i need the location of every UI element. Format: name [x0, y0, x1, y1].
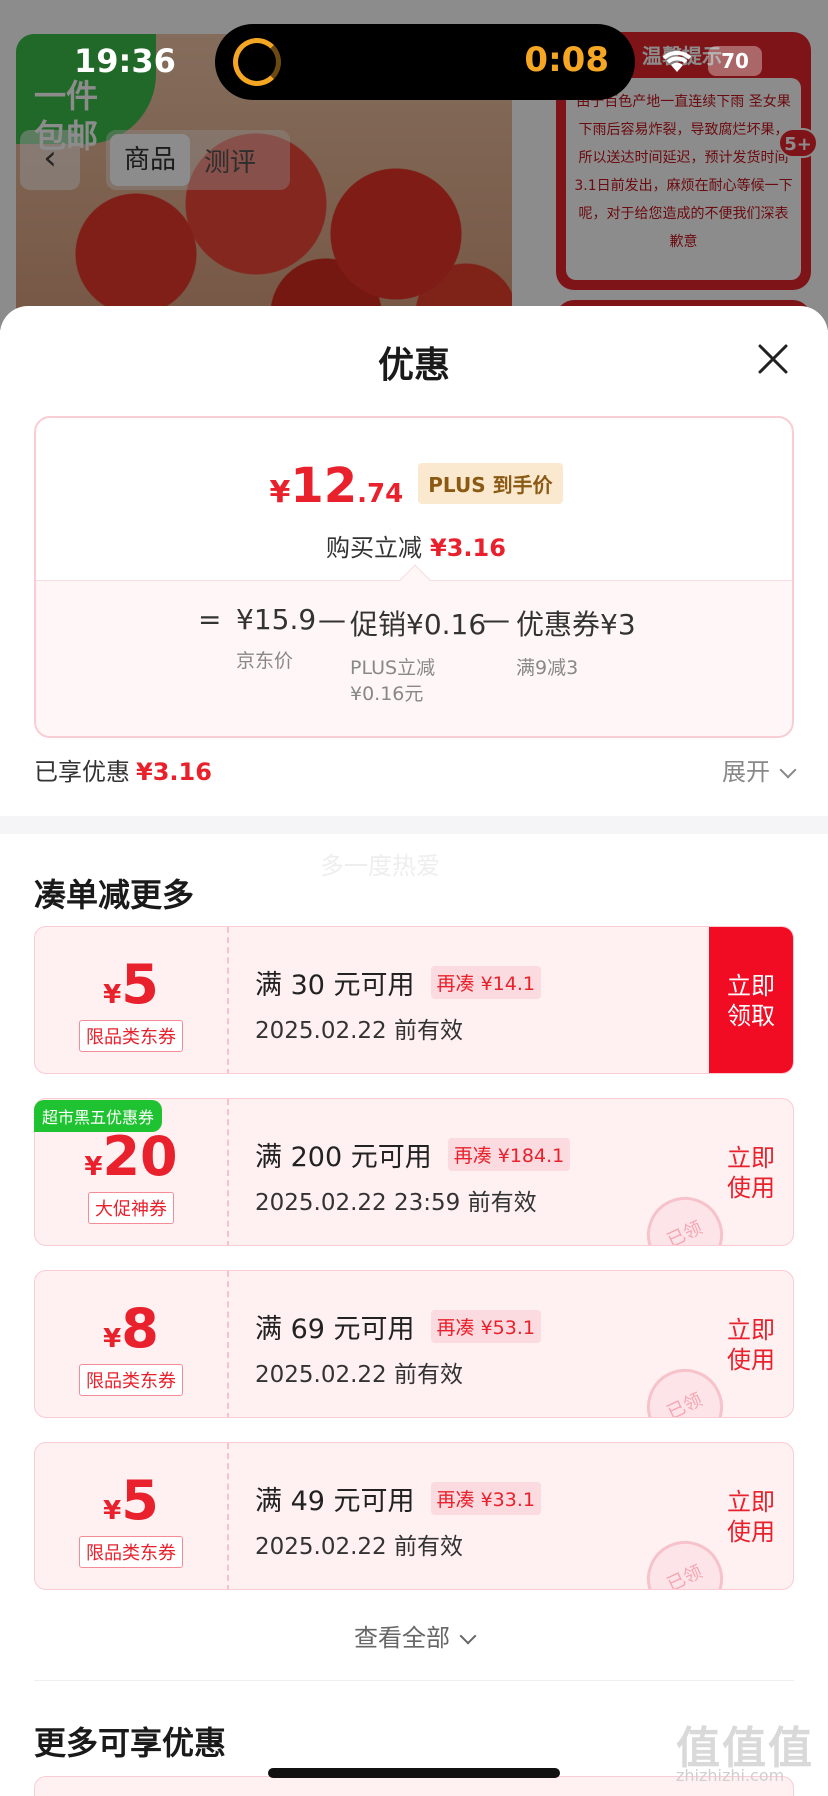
coupon-value-area: ¥5 限品类东券: [35, 927, 229, 1073]
final-price: ¥ 12 .74 PLUS 到手价: [36, 458, 792, 514]
sheet-title: 优惠: [377, 345, 450, 386]
coupon-expiry: 2025.02.22 23:59 前有效: [255, 1190, 537, 1216]
coupon-label: 满9减3: [516, 657, 579, 679]
chevron-down-icon: [779, 761, 797, 779]
status-time: 19:36: [74, 42, 176, 80]
enjoyed-discount-row: 已享优惠 ¥3.16 展开: [34, 752, 797, 792]
coupon-amount: 5: [121, 953, 159, 1016]
watermark-text: 多一度热爱: [320, 852, 440, 880]
coupon-col: 优惠券¥3 满9减3: [516, 603, 636, 681]
chevron-down-icon: [459, 1627, 477, 1645]
coupon-value-area: ¥5 限品类东券: [35, 1443, 229, 1589]
minus-sign: —: [318, 603, 346, 636]
dynamic-island: 0:08: [215, 24, 635, 100]
discount-sheet: 优惠 ¥ 12 .74 PLUS 到手价 购买立减 ¥3.16 = ¥15.9 京…: [0, 306, 828, 1796]
section-title-more-offers: 更多可享优惠: [34, 1724, 227, 1762]
jd-price-value: ¥15.9: [236, 603, 317, 636]
coupon-amount: 8: [121, 1297, 159, 1360]
coupon-amount: 20: [102, 1125, 178, 1188]
coupon-need-more: 再凑 ¥14.1: [430, 966, 541, 999]
section-title-more: 凑单减更多: [34, 876, 195, 914]
promo-event-tag: 超市黑五优惠券: [34, 1100, 163, 1132]
buy-reduce-row: 购买立减 ¥3.16: [36, 528, 792, 563]
coupon-type: 限品类东券: [79, 1020, 183, 1052]
see-all-label: 查看全部: [354, 1624, 450, 1652]
coupon-amount: 5: [121, 1469, 159, 1532]
coupon-expiry: 2025.02.22 前有效: [255, 1018, 463, 1044]
coupon-currency: ¥: [103, 1496, 122, 1526]
home-indicator[interactable]: [268, 1768, 560, 1778]
section-divider: [0, 816, 828, 834]
coupon-value-area: ¥8 限品类东券: [35, 1271, 229, 1417]
promo-value: 促销¥0.16: [350, 608, 487, 641]
plus-price-tag: PLUS 到手价: [418, 463, 563, 504]
coupon-condition: 满 49 元可用 再凑 ¥33.1: [255, 1479, 541, 1519]
coupon-card: ¥5 限品类东券 满 49 元可用 再凑 ¥33.1 2025.02.22 前有效…: [34, 1442, 794, 1590]
coupon-condition: 满 200 元可用 再凑 ¥184.1: [255, 1135, 571, 1175]
coupon-currency: ¥: [84, 1152, 103, 1182]
expand-button[interactable]: 展开: [722, 752, 797, 787]
buy-reduce-label: 购买立减: [326, 534, 423, 562]
promo-col: 促销¥0.16 PLUS立减 ¥0.16元: [350, 603, 486, 707]
use-coupon-button[interactable]: 立即 使用: [709, 1099, 793, 1245]
coupon-condition: 满 69 元可用 再凑 ¥53.1: [255, 1307, 541, 1347]
coupon-expiry: 2025.02.22 前有效: [255, 1534, 463, 1560]
jd-price-label: 京东价: [236, 650, 294, 672]
divider: [34, 1680, 794, 1681]
coupon-condition: 满 30 元可用 再凑 ¥14.1: [255, 963, 541, 1003]
see-all-button[interactable]: 查看全部: [0, 1618, 828, 1653]
coupon-currency: ¥: [103, 980, 122, 1010]
caret-pointer: [399, 564, 431, 596]
coupon-value: 优惠券¥3: [516, 608, 636, 641]
status-bar: 19:36 0:08 70: [0, 0, 828, 110]
use-coupon-button[interactable]: 立即 使用: [709, 1443, 793, 1589]
promo-label: PLUS立减 ¥0.16元: [350, 657, 436, 705]
price-summary-card: ¥ 12 .74 PLUS 到手价 购买立减 ¥3.16 = ¥15.9 京东价 …: [34, 416, 794, 738]
enjoyed-label: 已享优惠: [34, 758, 130, 786]
close-icon[interactable]: [756, 342, 790, 376]
price-breakdown: = ¥15.9 京东价 — 促销¥0.16 PLUS立减 ¥0.16元 — 优惠…: [36, 564, 792, 736]
timer-icon: [233, 38, 281, 86]
coupon-type: 限品类东券: [79, 1364, 183, 1396]
coupon-need-more: 再凑 ¥33.1: [430, 1482, 541, 1515]
use-coupon-button[interactable]: 立即 使用: [709, 1271, 793, 1417]
battery-indicator: 70: [708, 46, 762, 76]
price-decimal: .74: [357, 479, 404, 509]
coupon-need-more: 再凑 ¥184.1: [447, 1138, 571, 1171]
jd-price-col: ¥15.9 京东价: [236, 603, 316, 674]
currency-symbol: ¥: [269, 475, 291, 510]
buy-reduce-value: ¥3.16: [430, 534, 506, 562]
coupon-need-more: 再凑 ¥53.1: [430, 1310, 541, 1343]
coupon-type: 限品类东券: [79, 1536, 183, 1568]
claim-coupon-button[interactable]: 立即 领取: [709, 927, 793, 1073]
site-url-watermark: zhizhizhi.com: [676, 1766, 785, 1785]
coupon-card: ¥5 限品类东券 满 30 元可用 再凑 ¥14.1 2025.02.22 前有效…: [34, 926, 794, 1074]
timer-text: 0:08: [524, 40, 609, 80]
coupon-currency: ¥: [103, 1324, 122, 1354]
wifi-icon: [662, 50, 692, 72]
equals-sign: =: [198, 603, 222, 636]
price-integer: 12: [290, 458, 358, 514]
enjoyed-value: ¥3.16: [136, 758, 212, 786]
coupon-type: 大促神券: [88, 1192, 174, 1224]
expand-label: 展开: [722, 758, 770, 786]
coupon-card: ¥8 限品类东券 满 69 元可用 再凑 ¥53.1 2025.02.22 前有效…: [34, 1270, 794, 1418]
minus-sign-2: —: [482, 603, 510, 636]
coupon-expiry: 2025.02.22 前有效: [255, 1362, 463, 1388]
